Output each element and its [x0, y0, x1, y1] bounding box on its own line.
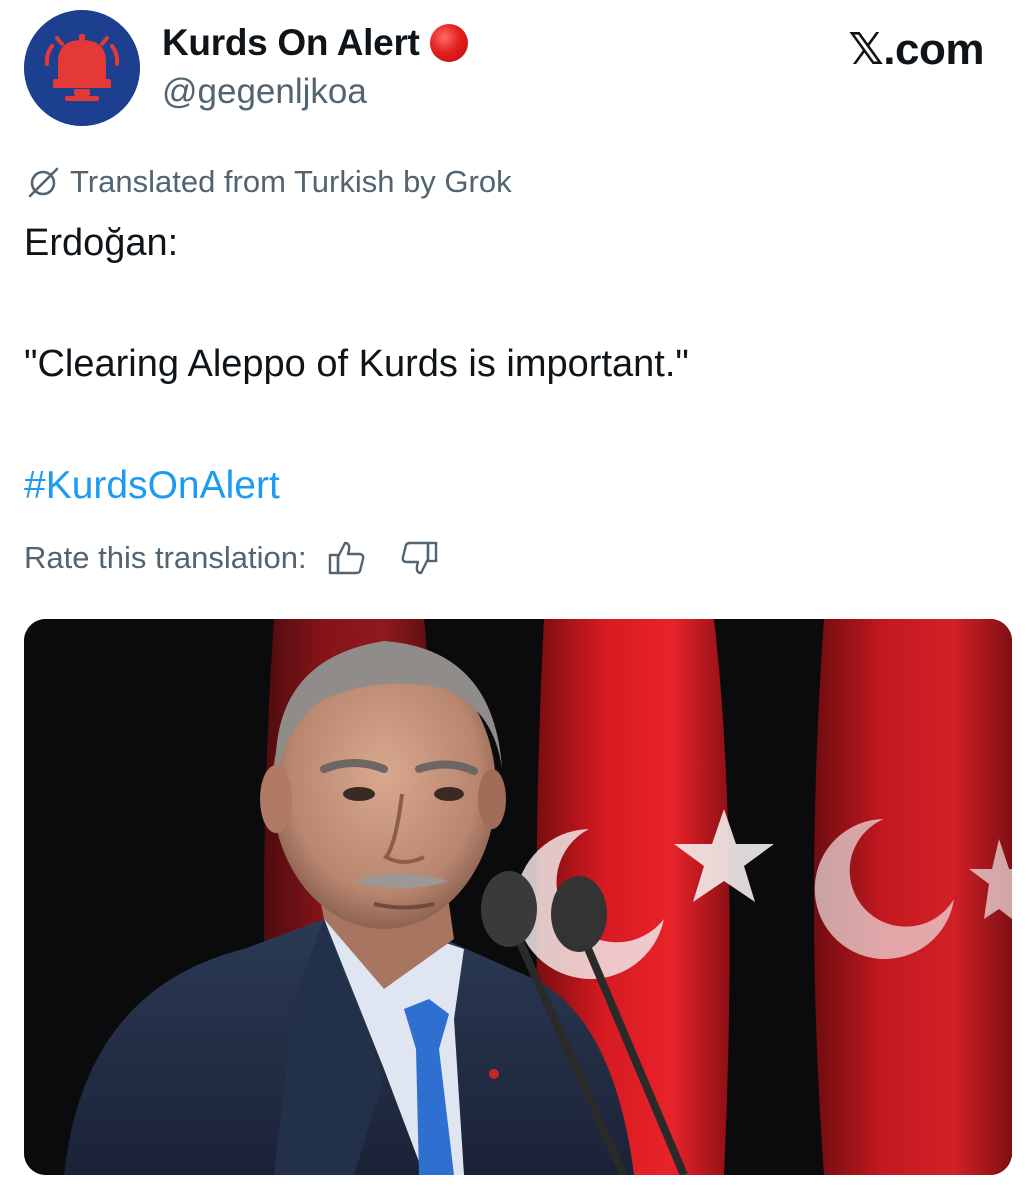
rate-translation: Rate this translation: — [24, 538, 439, 578]
thumbs-down-icon[interactable] — [399, 538, 439, 578]
alarm-bell-icon — [24, 10, 140, 126]
rate-translation-label: Rate this translation: — [24, 540, 307, 575]
profile-avatar[interactable] — [24, 10, 140, 126]
display-name[interactable]: Kurds On Alert — [162, 22, 420, 64]
red-circle-icon — [429, 24, 468, 62]
tweet-quote-line: "Clearing Aleppo of Kurds is important." — [24, 343, 689, 385]
hashtag-link[interactable]: #KurdsOnAlert — [24, 464, 280, 508]
tweet-media-photo[interactable] — [24, 619, 1012, 1175]
tweet-text-line: Erdoğan: — [24, 222, 179, 264]
translate-icon — [28, 167, 59, 198]
translation-note: Translated from Turkish by Grok — [24, 163, 512, 201]
site-label: 𝕏.com — [848, 25, 984, 74]
author-name-row[interactable]: Kurds On Alert — [162, 22, 468, 64]
thumbs-up-icon[interactable] — [327, 538, 367, 578]
user-handle[interactable]: @gegenljkoa — [162, 72, 367, 112]
speaker-photo — [24, 619, 1012, 1175]
translation-note-text: Translated from Turkish by Grok — [70, 164, 512, 199]
